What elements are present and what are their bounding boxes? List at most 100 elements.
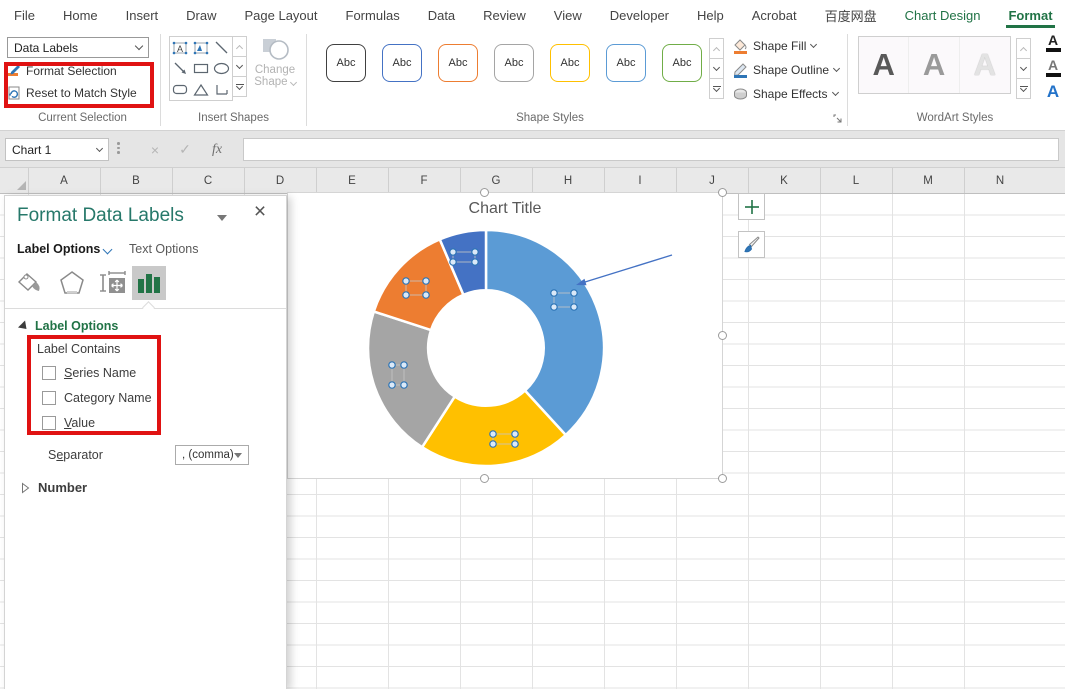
tab-developer[interactable]: Developer bbox=[608, 2, 671, 28]
change-shape-button[interactable]: Change Shape bbox=[247, 34, 303, 108]
textbox-shape-icon[interactable]: A bbox=[170, 37, 191, 58]
chart-resize-handle-top-right[interactable] bbox=[718, 188, 727, 197]
insert-shapes-gallery[interactable]: A bbox=[169, 36, 233, 101]
elbow-connector-shape-icon[interactable] bbox=[211, 79, 232, 100]
shape-style-swatch-6[interactable]: Abc bbox=[606, 44, 646, 82]
series-name-checkbox-label[interactable]: Series Name bbox=[64, 366, 136, 380]
tab-label-options[interactable]: Label Options bbox=[17, 242, 113, 256]
tab-help[interactable]: Help bbox=[695, 2, 726, 28]
select-all-corner[interactable] bbox=[17, 181, 26, 190]
tab-chart-design[interactable]: Chart Design bbox=[903, 2, 983, 28]
tab-page-layout[interactable]: Page Layout bbox=[243, 2, 320, 28]
tab-review[interactable]: Review bbox=[481, 2, 528, 28]
shape-style-swatch-1[interactable]: Abc bbox=[326, 44, 366, 82]
category-name-checkbox-label[interactable]: Category Name bbox=[64, 391, 152, 405]
col-header-m[interactable]: M bbox=[892, 175, 964, 187]
oval-shape-icon[interactable] bbox=[211, 58, 232, 79]
tab-data[interactable]: Data bbox=[426, 2, 457, 28]
name-box-dropdown-icon[interactable] bbox=[95, 144, 104, 152]
number-section-header[interactable]: Number bbox=[38, 480, 87, 495]
shape-style-swatch-7[interactable]: Abc bbox=[662, 44, 702, 82]
col-header-l[interactable]: L bbox=[820, 175, 892, 187]
chart-object[interactable]: Chart Title bbox=[287, 192, 723, 479]
shape-effects-button[interactable]: Shape Effects bbox=[733, 85, 839, 103]
chart-resize-handle-bottom[interactable] bbox=[480, 474, 489, 483]
col-header-g[interactable]: G bbox=[460, 175, 532, 187]
category-name-checkbox[interactable] bbox=[42, 391, 56, 405]
wordart-scroll-down-button[interactable] bbox=[1016, 58, 1031, 79]
chart-styles-button[interactable] bbox=[738, 231, 765, 258]
number-expand-icon[interactable] bbox=[21, 482, 30, 494]
wordart-gallery-more-button[interactable] bbox=[1016, 78, 1031, 99]
shapes-scroll-down-button[interactable] bbox=[232, 56, 247, 77]
shape-styles-dialog-launcher[interactable] bbox=[833, 114, 844, 125]
styles-gallery-more-button[interactable] bbox=[709, 78, 724, 99]
value-checkbox[interactable] bbox=[42, 416, 56, 430]
col-header-i[interactable]: I bbox=[604, 175, 676, 187]
cancel-button[interactable]: × bbox=[142, 138, 168, 161]
col-header-a[interactable]: A bbox=[28, 175, 100, 187]
value-checkbox-label[interactable]: Value bbox=[64, 416, 95, 430]
text-fill-button[interactable]: A bbox=[1043, 32, 1063, 52]
shape-style-swatch-5[interactable]: Abc bbox=[550, 44, 590, 82]
enter-button[interactable]: ✓ bbox=[172, 138, 198, 161]
wordart-style-3[interactable]: A bbox=[959, 37, 1011, 93]
size-properties-tab-icon[interactable] bbox=[96, 266, 130, 300]
shape-style-swatch-4[interactable]: Abc bbox=[494, 44, 534, 82]
tab-view[interactable]: View bbox=[552, 2, 584, 28]
tab-acrobat[interactable]: Acrobat bbox=[750, 2, 799, 28]
text-outline-button[interactable]: A bbox=[1043, 57, 1063, 77]
col-header-e[interactable]: E bbox=[316, 175, 388, 187]
tab-draw[interactable]: Draw bbox=[184, 2, 218, 28]
formula-input[interactable] bbox=[243, 138, 1059, 161]
col-header-d[interactable]: D bbox=[244, 175, 316, 187]
col-header-k[interactable]: K bbox=[748, 175, 820, 187]
shape-style-swatch-3[interactable]: Abc bbox=[438, 44, 478, 82]
tab-text-options[interactable]: Text Options bbox=[129, 242, 198, 256]
line-shape-icon[interactable] bbox=[211, 37, 232, 58]
chart-resize-handle-bottom-right[interactable] bbox=[718, 474, 727, 483]
col-header-c[interactable]: C bbox=[172, 175, 244, 187]
rounded-rectangle-shape-icon[interactable] bbox=[170, 79, 191, 100]
tab-insert[interactable]: Insert bbox=[124, 2, 161, 28]
shapes-scroll-up-button[interactable] bbox=[232, 36, 247, 57]
wordart-style-2[interactable]: A bbox=[909, 37, 960, 93]
series-name-checkbox[interactable] bbox=[42, 366, 56, 380]
shape-style-swatch-2[interactable]: Abc bbox=[382, 44, 422, 82]
arrow-shape-icon[interactable] bbox=[170, 58, 191, 79]
pane-menu-dropdown-icon[interactable] bbox=[217, 215, 227, 221]
doughnut-chart[interactable] bbox=[288, 193, 724, 480]
col-header-f[interactable]: F bbox=[388, 175, 460, 187]
effects-tab-icon[interactable] bbox=[55, 266, 89, 300]
chart-resize-handle-top[interactable] bbox=[480, 188, 489, 197]
label-options-tab-icon-selected[interactable] bbox=[132, 266, 166, 300]
pane-close-button[interactable]: × bbox=[249, 200, 271, 224]
tab-home[interactable]: Home bbox=[61, 2, 100, 28]
shapes-gallery-more-button[interactable] bbox=[232, 76, 247, 97]
chart-resize-handle-right[interactable] bbox=[718, 331, 727, 340]
styles-scroll-down-button[interactable] bbox=[709, 58, 724, 79]
col-header-j[interactable]: J bbox=[676, 175, 748, 187]
col-header-b[interactable]: B bbox=[100, 175, 172, 187]
triangle-shape-icon[interactable] bbox=[191, 79, 212, 100]
tab-file[interactable]: File bbox=[12, 2, 37, 28]
wordart-gallery[interactable]: A A A bbox=[858, 36, 1011, 94]
name-box[interactable]: Chart 1 bbox=[5, 138, 109, 161]
shape-outline-button[interactable]: Shape Outline bbox=[733, 61, 841, 79]
tab-baidu-netdisk[interactable]: 百度网盘 bbox=[823, 0, 879, 30]
reset-to-match-style-button[interactable]: Reset to Match Style bbox=[7, 83, 137, 103]
label-options-collapse-icon[interactable] bbox=[17, 320, 31, 333]
fill-line-tab-icon[interactable] bbox=[13, 266, 47, 300]
text-effects-button[interactable]: A bbox=[1043, 82, 1063, 102]
col-header-h[interactable]: H bbox=[532, 175, 604, 187]
horizontal-textbox-shape-icon[interactable] bbox=[191, 37, 212, 58]
label-options-section-header[interactable]: Label Options bbox=[35, 319, 118, 333]
chart-element-selector[interactable]: Data Labels bbox=[7, 37, 149, 58]
formula-bar-grip[interactable] bbox=[117, 142, 120, 154]
chart-elements-button[interactable] bbox=[738, 193, 765, 220]
insert-function-button[interactable]: fx bbox=[204, 138, 230, 161]
rectangle-shape-icon[interactable] bbox=[191, 58, 212, 79]
col-header-n[interactable]: N bbox=[964, 175, 1036, 187]
wordart-scroll-up-button[interactable] bbox=[1016, 38, 1031, 59]
separator-dropdown[interactable]: , (comma) bbox=[175, 445, 249, 465]
